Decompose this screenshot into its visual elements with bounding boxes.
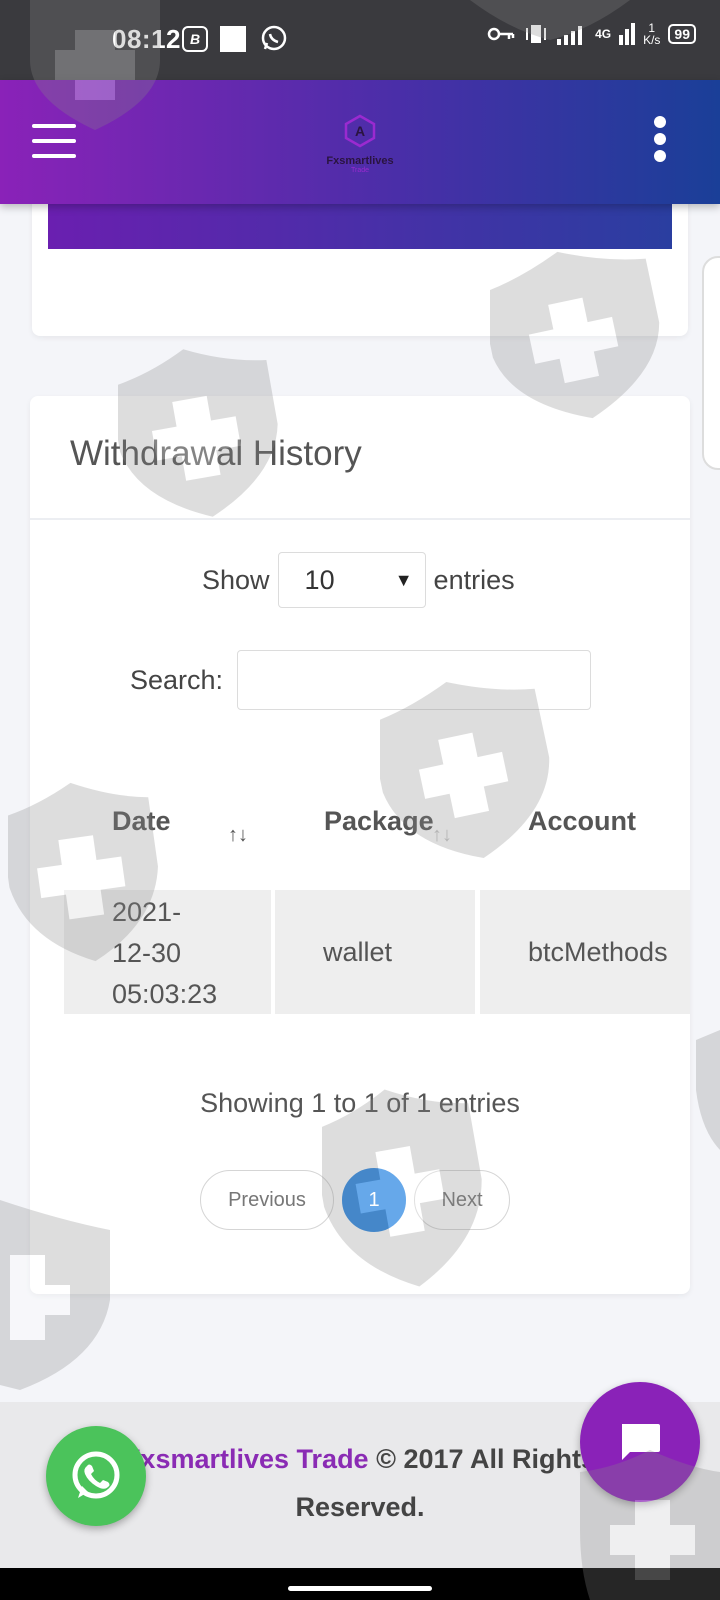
table-info: Showing 1 to 1 of 1 entries <box>200 1088 520 1118</box>
vibrate-icon <box>526 25 547 43</box>
pagination: Previous 1 Next <box>200 1168 510 1232</box>
sort-arrows-icon[interactable]: ↑↓ <box>432 824 452 847</box>
signal-icon <box>557 26 583 45</box>
whatsapp-icon <box>72 1451 120 1499</box>
card-title: Withdrawal History <box>70 434 362 473</box>
sort-arrows-icon[interactable]: ↑↓ <box>228 824 248 847</box>
live-chat-button[interactable] <box>580 1382 700 1502</box>
brand-logo[interactable]: A Fxsmartlives Trade <box>300 114 420 174</box>
system-nav-bar <box>0 1568 720 1600</box>
whatsapp-status-icon <box>260 24 288 57</box>
vpn-key-icon <box>487 27 515 41</box>
network-type: 4G <box>595 27 612 41</box>
network-speed: 1 K/s <box>643 21 661 47</box>
app-header: A Fxsmartlives Trade <box>0 80 720 204</box>
logo-hexagon-icon: A <box>344 114 376 148</box>
page-length-select[interactable]: 10 ▼ <box>277 552 426 608</box>
table-cell-account: btcMethods <box>480 890 690 1014</box>
status-time: 08:12 <box>112 24 181 54</box>
dropdown-caret-icon: ▼ <box>394 569 413 590</box>
logo-name: Fxsmartlives <box>326 155 394 167</box>
side-tab-edge[interactable] <box>702 256 720 470</box>
next-page-button[interactable]: Next <box>414 1170 510 1230</box>
status-right-icons: 4G 1 K/s 99 <box>487 22 696 46</box>
table-cell-date: 2021- 12-30 05:03:23 <box>64 890 271 1014</box>
status-bar: 08:12 B 4G 1 K/s 99 <box>0 0 720 80</box>
hamburger-menu-icon[interactable] <box>32 124 76 160</box>
logo-sub: Trade <box>350 167 370 174</box>
notification-square-icon <box>220 26 246 52</box>
whatsapp-chat-button[interactable] <box>46 1426 146 1526</box>
card-divider <box>30 518 690 520</box>
previous-page-button[interactable]: Previous <box>200 1170 334 1230</box>
footer-brand-link[interactable]: Fxsmartlives Trade <box>124 1444 369 1474</box>
entries-label: entries <box>433 564 515 595</box>
search-input[interactable] <box>237 650 592 710</box>
page-1-button[interactable]: 1 <box>342 1168 406 1232</box>
page-length-control: Show 10 ▼ entries <box>202 552 515 608</box>
table-cell-package: wallet <box>275 890 475 1014</box>
watermark-shield-icon <box>696 1030 720 1150</box>
column-header-date[interactable]: Date <box>112 806 171 837</box>
column-header-account[interactable]: Account <box>528 806 636 837</box>
svg-text:A: A <box>355 123 365 139</box>
search-label: Search: <box>130 664 224 695</box>
page-length-value: 10 <box>304 564 335 595</box>
battery-icon: 99 <box>668 24 696 44</box>
chat-bubble-icon <box>622 1424 660 1460</box>
withdrawal-history-card: Withdrawal History Show 10 ▼ entries Sea… <box>30 396 690 1294</box>
show-label: Show <box>202 564 270 595</box>
home-gesture-pill[interactable] <box>288 1586 432 1591</box>
signal-icon-2 <box>619 23 636 45</box>
column-header-package[interactable]: Package <box>324 806 434 837</box>
more-vert-icon[interactable] <box>654 116 668 167</box>
search-control: Search: <box>130 650 592 710</box>
b-app-icon: B <box>182 26 208 52</box>
